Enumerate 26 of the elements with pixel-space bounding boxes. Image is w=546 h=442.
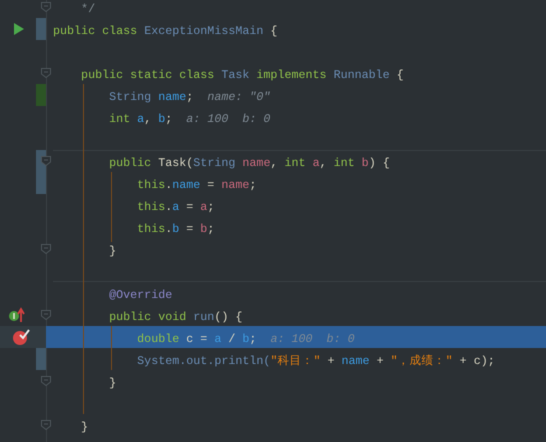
code-line: this.a = a; <box>136 199 214 216</box>
run-icon[interactable] <box>13 22 25 36</box>
code-line: this.b = b; <box>136 221 214 238</box>
code-line: this.name = name; <box>136 177 256 194</box>
fold-icon[interactable] <box>41 156 51 166</box>
code-line: } <box>108 375 116 392</box>
code-line: public Task(String name, int a, int b) { <box>108 155 390 172</box>
fold-icon[interactable] <box>41 68 51 78</box>
code-line: String name; name: "0" <box>108 89 270 106</box>
code-line: double c = a / b; a: 100 b: 0 <box>136 331 355 348</box>
override-icon[interactable] <box>8 307 26 323</box>
code-line: System.out.println("科目：" + name + "，成绩：" + c); <box>136 353 495 370</box>
breakpoint-icon[interactable] <box>12 329 30 345</box>
code-line: */ <box>80 1 96 18</box>
code-line: public static class Task implements Runnable { <box>80 67 404 84</box>
fold-icon[interactable] <box>41 420 51 430</box>
fold-icon[interactable] <box>41 2 51 12</box>
code-line: } <box>80 419 88 436</box>
fold-icon[interactable] <box>41 244 51 254</box>
fold-icon[interactable] <box>41 376 51 386</box>
code-line: } <box>108 243 116 260</box>
code-line: int a, b; a: 100 b: 0 <box>108 111 270 128</box>
code-line: public void run() { <box>108 309 242 326</box>
fold-icon[interactable] <box>41 310 51 320</box>
code-line: @Override <box>108 287 172 304</box>
code-line: public class ExceptionMissMain { <box>53 23 278 40</box>
